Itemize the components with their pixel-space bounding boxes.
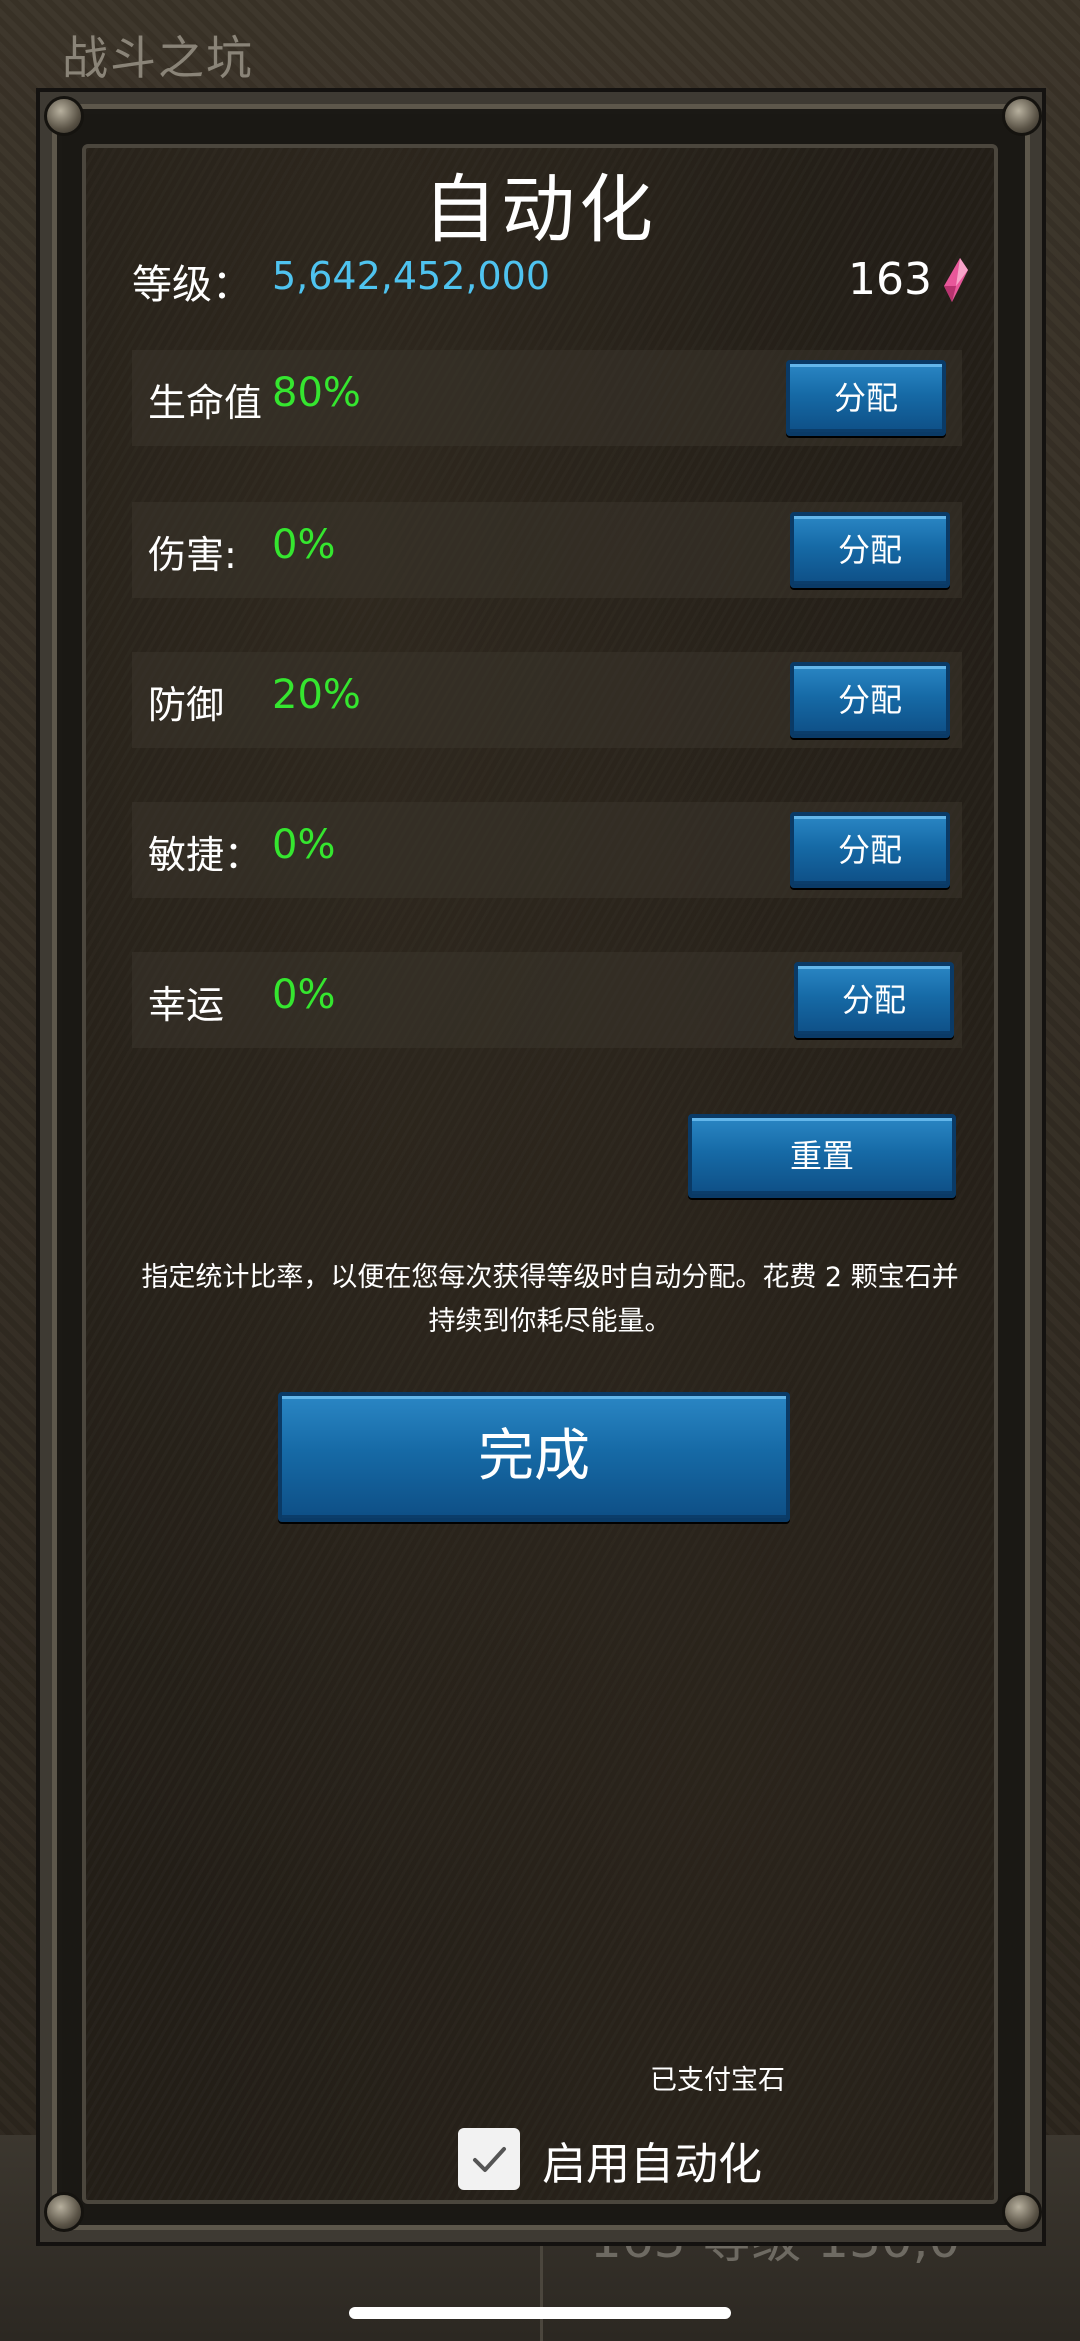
done-button[interactable]: 完成 [278,1392,790,1522]
checkmark-icon [473,2147,506,2172]
stat-row-damage: 伤害: 0% 分配 [132,502,962,598]
background-page-title: 战斗之坑 [62,31,254,85]
frame-rivet-icon [44,96,84,136]
stat-label: 伤害: [148,533,237,577]
stat-row-defense: 防御 20% 分配 [132,652,962,748]
stat-value: 0% [272,972,336,1018]
allocate-agility-button[interactable]: 分配 [790,812,950,888]
automation-description: 指定统计比率，以便在您每次获得等级时自动分配。花费 2 颗宝石并持续到你耗尽能量… [141,1262,959,1337]
reset-button[interactable]: 重置 [688,1114,956,1198]
stat-value: 0% [272,822,336,868]
frame-rivet-icon [1002,96,1042,136]
dialog-title: 自动化 [423,167,657,253]
allocate-defense-button[interactable]: 分配 [790,662,950,738]
allocate-hp-button[interactable]: 分配 [786,360,946,436]
allocate-luck-button[interactable]: 分配 [794,962,954,1038]
stat-label: 防御 [148,683,225,727]
stat-row-hp: 生命值 80% 分配 [132,350,962,446]
frame-rivet-icon [44,2192,84,2232]
enable-automation-checkbox[interactable] [458,2128,520,2190]
frame-rivet-icon [1002,2192,1042,2232]
home-indicator[interactable] [349,2307,731,2319]
stat-row-luck: 幸运 0% 分配 [132,952,962,1048]
level-label: 等级： [132,262,252,308]
stat-value: 20% [272,672,361,718]
stat-row-agility: 敏捷： 0% 分配 [132,802,962,898]
gems-paid-status: 已支付宝石 [650,2065,785,2096]
gem-count: 163 [848,254,932,305]
allocate-damage-button[interactable]: 分配 [790,512,950,588]
stat-value: 80% [272,370,361,416]
stat-value: 0% [272,522,336,568]
enable-automation-label: 启用自动化 [542,2139,762,2190]
level-value: 5,642,452,000 [272,254,551,298]
gem-icon [944,258,968,302]
stat-label: 敏捷： [148,833,263,877]
stat-label: 幸运 [148,983,225,1027]
stat-label: 生命值 [148,381,263,425]
